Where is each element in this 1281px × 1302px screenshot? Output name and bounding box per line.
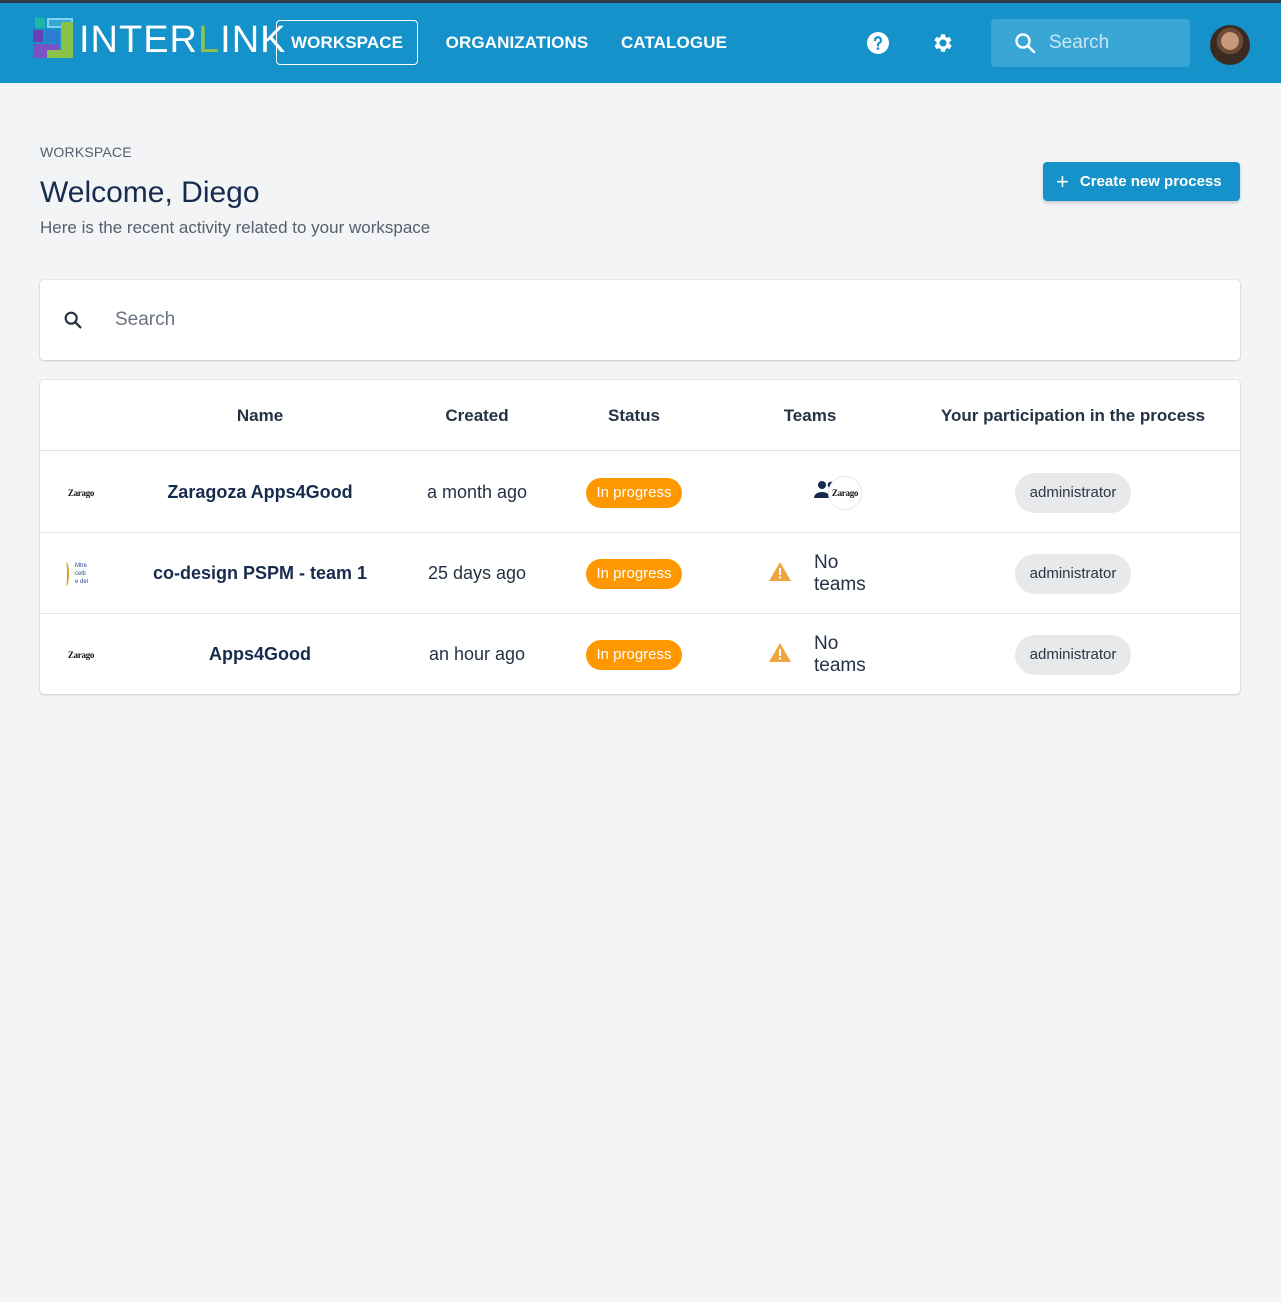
- status-badge: In progress: [586, 639, 682, 670]
- process-created: a month ago: [426, 482, 528, 502]
- table-row[interactable]: Mtre celti e del co-design PSPM - team 1 2…: [40, 533, 1240, 614]
- role-chip: administrator: [1014, 472, 1132, 513]
- warning-icon: [768, 561, 792, 587]
- process-status: In progress: [570, 533, 698, 614]
- help-icon[interactable]: [864, 29, 892, 57]
- process-participation: administrator: [943, 452, 1203, 533]
- process-name[interactable]: co-design PSPM - team 1: [140, 533, 380, 614]
- process-teams: Zarago: [730, 452, 890, 533]
- nav-catalogue[interactable]: CATALOGUE: [618, 20, 730, 65]
- gear-icon[interactable]: [929, 29, 957, 57]
- logo-wordmark: INTERLINK: [79, 19, 287, 61]
- column-header-name: Name: [236, 405, 284, 425]
- table-row[interactable]: Zarago Apps4Good an hour ago In progress…: [40, 614, 1240, 695]
- page-title: Welcome, Diego: [40, 176, 260, 209]
- status-badge: In progress: [586, 558, 682, 589]
- column-header-created: Created: [445, 405, 509, 425]
- breadcrumb: WORKSPACE: [40, 144, 132, 160]
- top-search-input[interactable]: [1049, 32, 1179, 54]
- process-logo: Mtre celti e del: [50, 533, 112, 614]
- table-header: Name Created Status Teams Your participa…: [40, 380, 1240, 451]
- process-name[interactable]: Apps4Good: [140, 614, 380, 695]
- process-participation: administrator: [943, 614, 1203, 695]
- column-header-status: Status: [608, 405, 660, 425]
- team-avatar[interactable]: Zarago: [828, 475, 862, 510]
- process-search-card: [40, 280, 1240, 360]
- process-teams: No teams: [730, 614, 890, 695]
- process-name[interactable]: Zaragoza Apps4Good: [140, 452, 380, 533]
- interlink-logo[interactable]: INTERLINK: [33, 18, 287, 62]
- column-header-teams: Teams: [783, 405, 837, 425]
- process-status: In progress: [570, 452, 698, 533]
- status-badge: In progress: [586, 477, 682, 508]
- role-chip: administrator: [1014, 553, 1132, 594]
- plus-icon: +: [1056, 168, 1069, 194]
- process-search-input[interactable]: [115, 305, 1015, 335]
- user-avatar[interactable]: [1210, 25, 1250, 65]
- role-chip: administrator: [1014, 634, 1132, 675]
- top-search-field[interactable]: [991, 19, 1190, 67]
- process-status: In progress: [570, 614, 698, 695]
- process-participation: administrator: [943, 533, 1203, 614]
- warning-icon: [768, 642, 792, 668]
- table-row[interactable]: Zarago Zaragoza Apps4Good a month ago In…: [40, 452, 1240, 533]
- interlink-logo-mark: [33, 18, 77, 62]
- nav-workspace[interactable]: WORKSPACE: [276, 20, 418, 65]
- no-teams-label: No teams: [814, 551, 866, 595]
- search-icon: [1013, 30, 1039, 56]
- create-new-process-label: Create new process: [1079, 173, 1222, 190]
- process-teams: No teams: [730, 533, 890, 614]
- no-teams-label: No teams: [814, 632, 866, 676]
- search-icon: [62, 309, 84, 331]
- process-created: an hour ago: [428, 644, 526, 664]
- process-logo: Zarago: [67, 649, 95, 660]
- create-new-process-button[interactable]: + Create new process: [1043, 162, 1240, 201]
- process-logo: Zarago: [67, 487, 95, 498]
- page-subtitle: Here is the recent activity related to y…: [40, 218, 431, 237]
- process-created: 25 days ago: [427, 563, 527, 583]
- column-header-participation: Your participation in the process: [940, 405, 1206, 425]
- top-app-bar: INTERLINK WORKSPACE ORGANIZATIONS CATALO…: [0, 0, 1281, 83]
- processes-table: Name Created Status Teams Your participa…: [40, 380, 1240, 694]
- nav-organizations[interactable]: ORGANIZATIONS: [440, 20, 594, 65]
